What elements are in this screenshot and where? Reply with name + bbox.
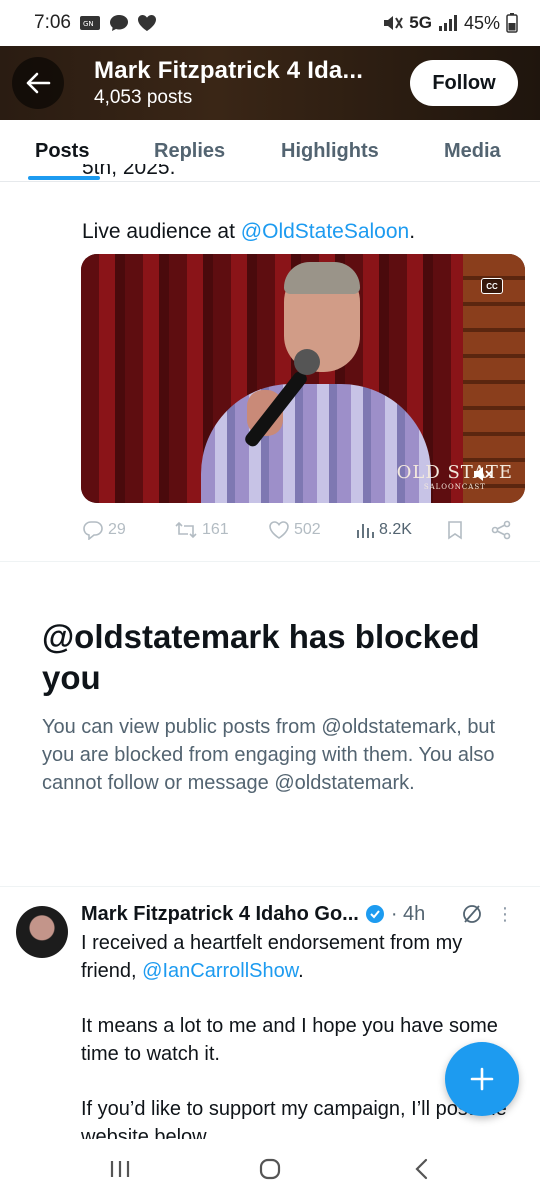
bookmark-button[interactable] — [446, 520, 464, 540]
post-time: · 4h — [390, 902, 426, 925]
views-count: 8.2K — [379, 521, 412, 538]
reply-button[interactable]: 29 — [82, 520, 126, 540]
tweet-text: I received a heartfelt endorsement from … — [81, 929, 521, 1139]
tab-media[interactable]: Media — [444, 120, 501, 182]
reply-count: 29 — [108, 521, 126, 538]
home-icon — [259, 1158, 281, 1180]
profile-tabs: Posts Replies Highlights Media — [0, 120, 540, 182]
battery-icon — [506, 13, 518, 33]
divider — [0, 886, 540, 887]
status-time: 7:06 — [34, 12, 71, 33]
views-icon — [357, 524, 374, 538]
video-watermark: OLD STATE SALOONCAST — [396, 462, 513, 491]
posts-count: 4,053 posts — [94, 87, 193, 108]
signal-icon — [438, 15, 458, 31]
back-nav-button[interactable] — [402, 1153, 442, 1185]
tab-highlights[interactable]: Highlights — [281, 120, 379, 182]
verified-badge-icon — [365, 905, 384, 923]
mention-link[interactable]: @IanCarrollShow — [142, 960, 298, 982]
message-icon — [109, 14, 129, 32]
recents-button[interactable] — [100, 1153, 140, 1185]
blocked-description: You can view public posts from @oldstate… — [42, 716, 496, 794]
plus-icon — [470, 1067, 494, 1091]
media-app-icon: GN — [79, 15, 101, 31]
recents-icon — [110, 1161, 130, 1177]
network-type: 5G — [409, 13, 432, 32]
repost-icon — [175, 521, 197, 539]
compose-button[interactable] — [445, 1042, 519, 1116]
engagement-bar: 29 161 502 8.2K — [82, 514, 522, 546]
share-icon — [491, 520, 511, 540]
back-button[interactable] — [12, 57, 64, 109]
like-count: 502 — [294, 521, 321, 538]
heart-icon — [137, 14, 157, 32]
battery-percent: 45% — [463, 12, 500, 33]
follow-button[interactable]: Follow — [410, 60, 518, 106]
heart-outline-icon — [269, 521, 289, 539]
grok-icon[interactable] — [461, 903, 483, 925]
author-name[interactable]: Mark Fitzpatrick 4 Idaho Go... — [81, 903, 359, 926]
status-bar: 7:06 GN 5G 45% — [0, 0, 540, 46]
views-button[interactable]: 8.2K — [355, 520, 412, 540]
more-options-icon[interactable]: ⋮ — [496, 904, 514, 925]
reply-icon — [83, 521, 103, 540]
mute-vibrate-icon — [381, 14, 404, 32]
like-button[interactable]: 502 — [268, 520, 321, 540]
profile-name: Mark Fitzpatrick 4 Ida... — [94, 57, 364, 84]
video-player[interactable]: CC OLD STATE SALOONCAST — [81, 254, 525, 503]
microphone-head — [294, 349, 320, 375]
share-button[interactable] — [490, 520, 512, 540]
system-nav-bar — [0, 1139, 540, 1199]
speaker-hair — [284, 262, 360, 294]
mention-link[interactable]: @OldStateSaloon — [241, 220, 409, 243]
tweet-header: Mark Fitzpatrick 4 Idaho Go... · 4h ⋮ — [81, 900, 521, 928]
home-button[interactable] — [250, 1153, 290, 1185]
post-text-cutoff: 5th, 2025. — [82, 164, 176, 179]
repost-button[interactable]: 161 — [174, 520, 229, 540]
captions-button[interactable]: CC — [481, 278, 503, 294]
blocked-heading: @oldstatemark has blocked you — [42, 618, 480, 696]
svg-text:GN: GN — [83, 20, 94, 28]
post-text: Live audience at @OldStateSaloon. — [82, 220, 416, 243]
back-arrow-icon — [26, 72, 51, 94]
profile-header: Mark Fitzpatrick 4 Ida... 4,053 posts Fo… — [0, 46, 540, 120]
divider — [0, 561, 540, 562]
bookmark-icon — [448, 521, 462, 540]
mute-icon[interactable] — [473, 466, 493, 482]
repost-count: 161 — [202, 521, 229, 538]
chevron-left-icon — [415, 1158, 428, 1180]
